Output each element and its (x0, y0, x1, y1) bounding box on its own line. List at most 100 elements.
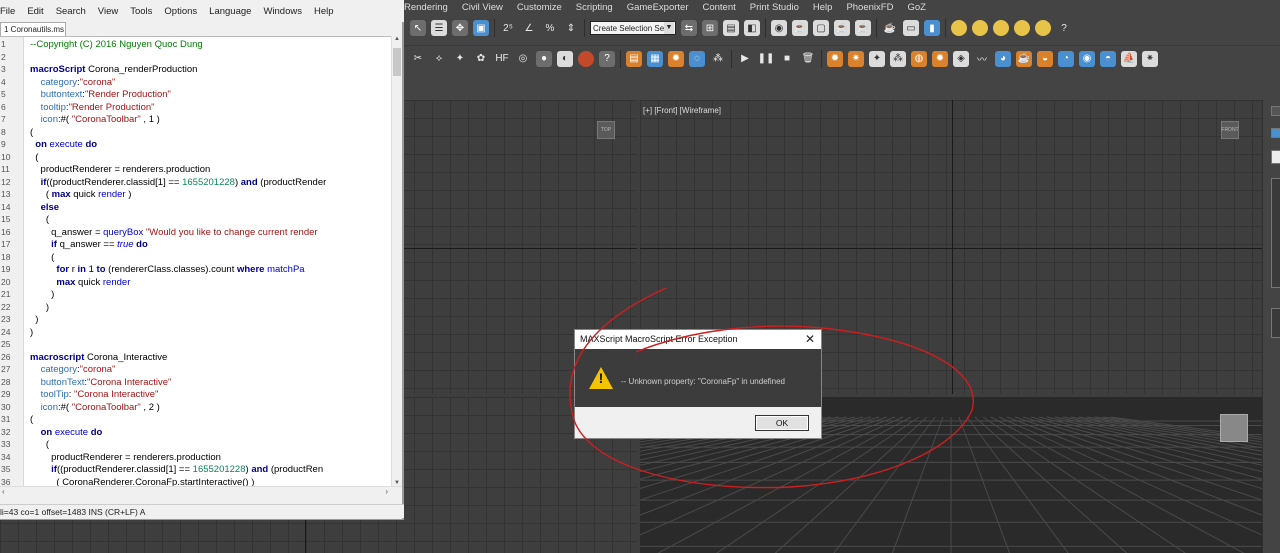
horizontal-scrollbar[interactable]: ‹ › (0, 486, 402, 498)
scroll-thumb[interactable] (393, 48, 401, 76)
sphere-icon[interactable]: ● (536, 50, 552, 67)
corona-proxy-icon[interactable]: ⁂ (710, 51, 726, 67)
max-menu-item[interactable]: Rendering (404, 2, 448, 13)
max-menu-item[interactable]: Scripting (576, 2, 613, 13)
panel-rollout[interactable] (1271, 308, 1280, 338)
chevron-down-icon[interactable]: ▼ (664, 22, 674, 34)
phoenix-ocean-icon[interactable]: ◒ (1037, 50, 1053, 67)
layer-explorer-icon[interactable]: ▤ (723, 20, 739, 36)
sun-light-icon[interactable] (993, 20, 1009, 36)
select-object-icon[interactable]: ↖ (410, 20, 426, 36)
material-editor-icon[interactable]: ◐ (557, 50, 573, 67)
material-icon[interactable]: ✦ (452, 51, 468, 67)
editor-menu-item[interactable]: Language (209, 6, 251, 17)
vertical-scrollbar[interactable]: ▲ ▼ (391, 36, 402, 486)
editor-menu-item[interactable]: Windows (263, 6, 302, 17)
snap-toggle-icon[interactable]: 2⁵ (500, 20, 516, 36)
max-menu-item[interactable]: Help (813, 2, 833, 13)
mirror-icon[interactable]: ⇆ (681, 20, 697, 36)
max-menu-item[interactable]: Content (702, 2, 735, 13)
teapot-iterative-icon[interactable]: ☕ (855, 20, 871, 36)
max-menu-item[interactable]: Civil View (462, 2, 503, 13)
phoenix-spray-icon[interactable]: ⁂ (890, 50, 906, 67)
chevron-right-icon[interactable]: › (385, 487, 388, 496)
align-icon[interactable]: ⊞ (702, 20, 718, 36)
viewport-label[interactable]: [+] [Front] [Wireframe] (643, 106, 721, 115)
file-tab[interactable]: 1 Coronautils.ms (0, 22, 66, 36)
move-icon[interactable]: ✥ (452, 20, 468, 36)
chevron-left-icon[interactable]: ‹ (2, 487, 5, 496)
light-bulb-icon[interactable] (951, 20, 967, 36)
select-by-name-icon[interactable]: ☰ (431, 20, 447, 36)
plant-icon[interactable]: ✿ (473, 51, 489, 67)
viewcube-icon[interactable] (1220, 414, 1248, 442)
editor-menu-item[interactable]: Search (56, 6, 86, 17)
phoenix-liquid-icon[interactable]: ◕ (995, 50, 1011, 67)
phoenix-mist-icon[interactable]: ◓ (1100, 50, 1116, 67)
help-circle-icon[interactable]: ? (599, 50, 615, 67)
phoenix-foam-icon[interactable]: ◔ (1058, 50, 1074, 67)
record-icon[interactable] (578, 50, 594, 67)
pause-icon[interactable]: ❚❚ (758, 51, 775, 67)
phoenix-helper-icon[interactable]: ✦ (869, 50, 885, 67)
create-selection-set-dropdown[interactable]: Create Selection Se ▼ (590, 21, 676, 35)
editor-menu-item[interactable]: File (0, 6, 15, 17)
editor-menu-item[interactable]: Edit (27, 6, 43, 17)
viewcube-icon[interactable]: FRONT (1221, 121, 1239, 139)
max-menu-item[interactable]: GoZ (907, 2, 925, 13)
teapot-render-active-icon[interactable]: ☕ (834, 20, 850, 36)
phoenix-particle-icon[interactable]: ◍ (911, 50, 927, 67)
trash-icon[interactable]: 🗑 (800, 51, 816, 67)
render-setup-icon[interactable]: ◉ (771, 20, 787, 36)
angle-snap-icon[interactable]: ∠ (521, 20, 537, 36)
panel-tab[interactable] (1271, 150, 1280, 164)
teapot-render-icon[interactable]: ☕ (792, 20, 808, 36)
close-icon[interactable]: ✕ (805, 330, 815, 349)
percent-snap-icon[interactable]: % (542, 20, 558, 36)
cylinder-icon[interactable]: ▮ (924, 20, 940, 36)
phoenix-splash-icon[interactable]: ◉ (1079, 50, 1095, 67)
box-icon[interactable]: ▭ (903, 20, 919, 36)
render-frame-icon[interactable]: ▢ (813, 20, 829, 36)
panel-tab[interactable] (1271, 106, 1280, 116)
spinner-snap-icon[interactable]: ⇕ (563, 20, 579, 36)
phoenix-preview-icon[interactable]: ◈ (953, 50, 969, 67)
corona-render-icon[interactable]: ▤ (626, 50, 642, 67)
panel-rollout[interactable] (1271, 178, 1280, 288)
editor-menu-item[interactable]: Tools (130, 6, 152, 17)
max-menu-item[interactable]: GameExporter (627, 2, 689, 13)
hf-icon[interactable]: HF (494, 51, 510, 67)
code-area[interactable]: 1 2 3 4 5 6 7 8 9 10 11 12 13 14 15 16 17 18 19 20 21 22 23 24 2… (0, 36, 402, 486)
phoenix-wind-icon[interactable]: 〰 (974, 51, 990, 67)
play-icon[interactable]: ▶ (737, 51, 753, 67)
max-menu-item[interactable]: Print Studio (750, 2, 799, 13)
phoenix-cup-icon[interactable]: ☕ (1016, 50, 1032, 67)
phoenix-source-icon[interactable]: ✷ (848, 50, 864, 67)
phoenix-birth-icon[interactable]: ⁕ (1142, 50, 1158, 67)
sun-icon[interactable] (1035, 20, 1051, 36)
editor-menu-item[interactable]: Help (314, 6, 334, 17)
vector-icon[interactable]: ⟡ (431, 51, 447, 67)
chevron-up-icon[interactable]: ▲ (392, 36, 402, 42)
stop-icon[interactable]: ■ (779, 51, 795, 67)
phoenix-fire-icon[interactable]: ✹ (827, 50, 843, 67)
omni-light-icon[interactable] (972, 20, 988, 36)
select-and-place-icon[interactable]: ▣ (473, 20, 489, 36)
editor-menu-item[interactable]: View (98, 6, 118, 17)
corona-light-icon[interactable]: ◌ (689, 50, 705, 67)
phoenix-drop-icon[interactable]: ✹ (932, 50, 948, 67)
sky-light-icon[interactable] (1014, 20, 1030, 36)
teapot-icon[interactable]: ☕ (882, 20, 898, 36)
help-icon[interactable]: ? (1056, 20, 1072, 36)
shell-icon[interactable]: ◎ (515, 51, 531, 67)
max-menu-item[interactable]: Customize (517, 2, 562, 13)
panel-tab[interactable] (1271, 128, 1280, 138)
viewcube-icon[interactable]: TOP (597, 121, 615, 139)
cut-icon[interactable]: ✂ (410, 51, 426, 67)
editor-menu-item[interactable]: Options (164, 6, 197, 17)
ok-button[interactable]: OK (755, 415, 809, 431)
corona-frame-buffer-icon[interactable]: ▦ (647, 50, 663, 67)
phoenix-ship-icon[interactable]: ⛵ (1121, 50, 1137, 67)
graphite-tools-icon[interactable]: ◧ (744, 20, 760, 36)
max-menu-item[interactable]: PhoenixFD (846, 2, 893, 13)
